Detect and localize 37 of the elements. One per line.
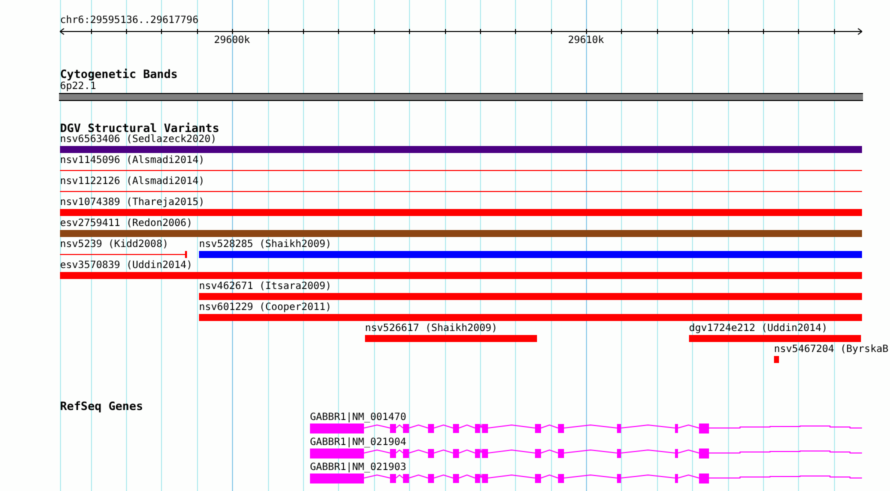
variant-label: nsv462671 (Itsara2009) xyxy=(199,281,332,293)
gene-label: GABBR1|NM_021903 xyxy=(310,462,406,474)
variant-line[interactable] xyxy=(60,251,187,258)
cytoband-bar[interactable] xyxy=(59,93,863,101)
tick-label: 29610k xyxy=(568,35,604,47)
variant-label: nsv526617 (Shaikh2009) xyxy=(365,323,498,335)
variant-bar[interactable] xyxy=(199,251,862,258)
variant-label: nsv601229 (Cooper2011) xyxy=(199,302,332,314)
variant-bar[interactable] xyxy=(60,209,862,216)
variant-label: nsv1074389 (Thareja2015) xyxy=(60,197,204,209)
variant-label: dgv1724e212 (Uddin2014) xyxy=(689,323,828,335)
band-label: 6p22.1 xyxy=(60,81,96,93)
variant-bar[interactable] xyxy=(199,314,862,321)
variant-label: nsv1122126 (Alsmadi2014) xyxy=(60,176,204,188)
variant-bar[interactable] xyxy=(60,230,862,237)
variant-label: nsv528285 (Shaikh2009) xyxy=(199,239,332,251)
variant-bar[interactable] xyxy=(365,335,537,342)
variant-label: nsv5467204 (ByrskaB xyxy=(774,344,888,356)
track-title: DGV Structural Variants xyxy=(60,122,220,135)
variant-label: nsv1145096 (Alsmadi2014) xyxy=(60,155,204,167)
gene-label: GABBR1|NM_021904 xyxy=(310,437,406,449)
location-label: chr6:29595136..29617796 xyxy=(60,15,198,27)
variant-line[interactable] xyxy=(60,188,862,195)
variant-bar[interactable] xyxy=(60,146,862,153)
variant-bar[interactable] xyxy=(689,335,861,342)
variant-bar[interactable] xyxy=(774,356,779,363)
variant-bar[interactable] xyxy=(60,272,862,279)
gene-label: GABBR1|NM_001470 xyxy=(310,412,406,424)
track-title: Cytogenetic Bands xyxy=(60,68,178,81)
variant-label: esv2759411 (Redon2006) xyxy=(60,218,192,230)
variant-label: nsv6563406 (Sedlazeck2020) xyxy=(60,134,217,146)
variant-line[interactable] xyxy=(60,167,862,174)
track-title: RefSeq Genes xyxy=(60,400,144,413)
tick-label: 29600k xyxy=(214,35,250,47)
variant-label: esv3570839 (Uddin2014) xyxy=(60,260,192,272)
variant-bar[interactable] xyxy=(199,293,862,300)
variant-label: nsv5239 (Kidd2008) xyxy=(60,239,168,251)
